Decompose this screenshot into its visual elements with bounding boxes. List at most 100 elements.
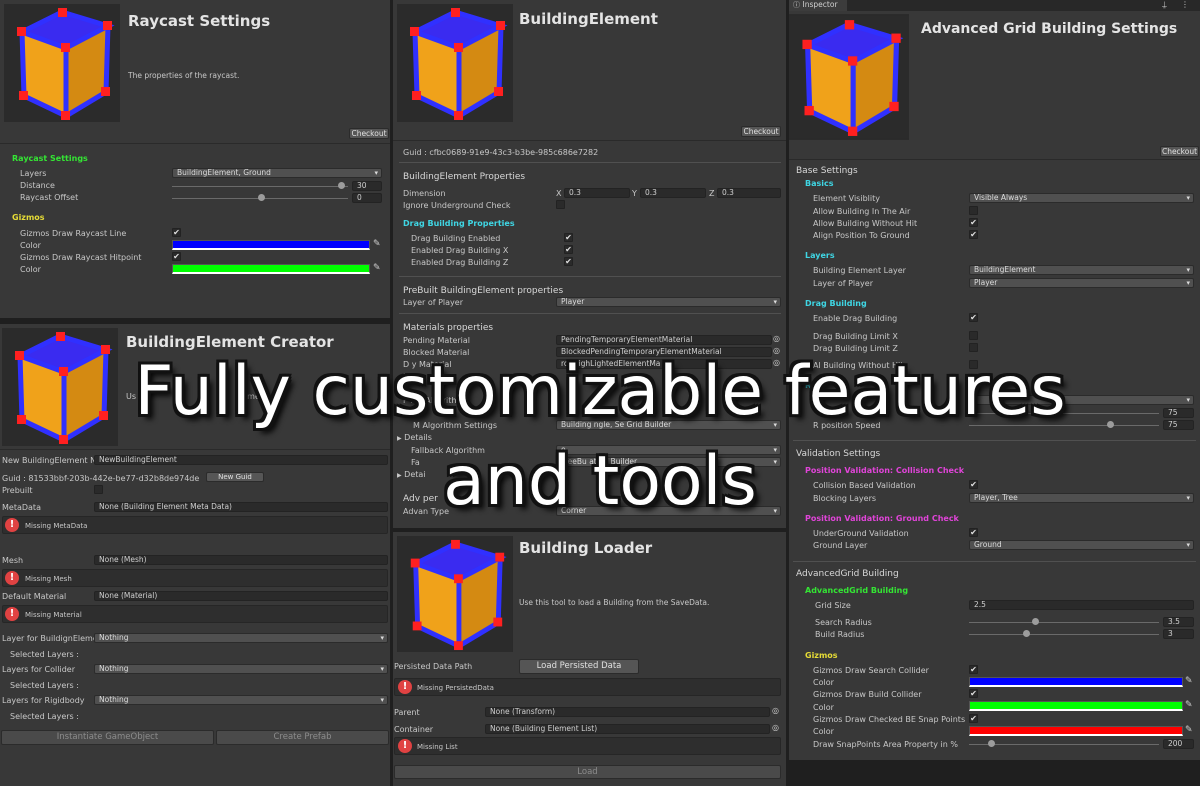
error-icon: ! [398,739,412,753]
draw-hitpoint-checkbox[interactable]: ✔ [172,252,181,261]
distance-slider-knob[interactable] [338,182,345,189]
allow-air-label: Allow Building In The Air [813,207,911,216]
color1-label: Color [813,678,834,687]
draw-snap-checkbox[interactable]: ✔ [969,714,978,723]
headline-line2: and tools [443,442,757,521]
menu-icon[interactable]: ⋮ [1181,0,1189,9]
draw-hitpoint-label: Gizmos Draw Raycast Hitpoint [20,253,142,262]
object-picker-icon[interactable]: ◎ [772,723,779,732]
object-picker-icon[interactable]: ◎ [772,706,779,715]
divider [399,276,781,277]
missing-list-text: Missing List [417,743,458,751]
layer-player-dropdown[interactable]: Player ▾ [556,297,781,307]
grid-size-field[interactable]: 2.5 [969,600,1194,610]
align-ground-label: Align Position To Ground [813,231,910,240]
page-title: BuildingElement Creator [126,333,334,351]
drag-x-label: Enabled Drag Building X [411,246,509,255]
eyedropper-icon[interactable]: ✎ [1185,700,1193,710]
line-color-swatch[interactable] [172,240,370,250]
divider [0,143,390,144]
create-prefab-button[interactable]: Create Prefab [216,730,389,745]
snap-area-knob[interactable] [988,740,995,747]
load-button[interactable]: Load [394,765,781,779]
section-raycast: Raycast Settings [12,154,88,163]
dimension-x-field[interactable]: 0.3 [564,188,630,198]
allow-nohit-checkbox[interactable]: ✔ [969,218,978,227]
search-radius-label: Search Radius [815,618,872,627]
checkout-button[interactable]: Checkout [741,126,781,137]
material-field[interactable]: None (Material) [94,591,388,601]
ground-layer-dropdown[interactable]: Ground ▾ [969,540,1194,550]
layer-be-dropdown[interactable]: Nothing ▾ [94,633,388,643]
mesh-field[interactable]: None (Mesh) [94,555,388,565]
draw-search-checkbox[interactable]: ✔ [969,665,978,674]
parent-field[interactable]: None (Transform) [485,707,770,717]
draw-line-checkbox[interactable]: ✔ [172,228,181,237]
eyedropper-icon[interactable]: ✎ [1185,725,1193,735]
selected-layers-label: Selected Layers : [10,650,79,659]
layers-dropdown[interactable]: BuildingElement, Ground ▾ [172,168,382,178]
ignore-checkbox[interactable] [556,200,565,209]
allow-air-checkbox[interactable] [969,206,978,215]
eyedropper-icon[interactable]: ✎ [373,239,381,249]
snap-area-slider[interactable] [969,744,1159,745]
layers-rb-value: Nothing [99,695,129,704]
align-ground-checkbox[interactable]: ✔ [969,230,978,239]
snap-area-field[interactable]: 200 [1163,739,1194,749]
container-field[interactable]: None (Building Element List) [485,724,770,734]
offset-slider-knob[interactable] [258,194,265,201]
dimension-z-field[interactable]: 0.3 [717,188,781,198]
hit-color-swatch[interactable] [172,264,370,274]
tab-inspector[interactable]: ⓘ Inspector [789,0,847,11]
search-radius-slider[interactable] [969,622,1159,623]
page-title: BuildingElement [519,10,658,28]
layers-title: Layers [805,251,835,260]
dimension-y-field[interactable]: 0.3 [640,188,706,198]
layer-be-label: Layer for BuildignElement [2,634,106,643]
draw-build-checkbox[interactable]: ✔ [969,689,978,698]
search-radius-field[interactable]: 3.5 [1163,617,1194,627]
details-foldout[interactable]: ▶ Details [397,433,432,442]
drag-limit-z-checkbox[interactable] [969,343,978,352]
page-title: Building Loader [519,539,653,557]
color2-label: Color [813,703,834,712]
divider [393,140,786,141]
search-color-swatch[interactable] [969,677,1183,687]
drag-limit-x-checkbox[interactable] [969,331,978,340]
color3-label: Color [813,727,834,736]
cube-thumbnail [397,536,513,652]
tab-inspector-label: Inspector [802,0,838,9]
prebuilt-title: PreBuilt BuildingElement properties [403,286,564,296]
eyedropper-icon[interactable]: ✎ [373,263,381,273]
object-picker-icon[interactable]: ◎ [773,334,780,343]
build-radius-slider[interactable] [969,634,1159,635]
player-layer-dropdown[interactable]: Player ▾ [969,278,1194,288]
load-persisted-button[interactable]: Load Persisted Data [519,659,639,674]
distance-slider[interactable] [172,186,348,187]
underground-checkbox[interactable]: ✔ [969,528,978,537]
snap-color-swatch[interactable] [969,726,1183,736]
offset-field[interactable]: 0 [352,193,382,203]
drag-enabled-checkbox[interactable]: ✔ [564,233,573,242]
visibility-dropdown[interactable]: Visible Always ▾ [969,193,1194,203]
lock-icon[interactable]: ⍊ [1162,0,1167,10]
layers-rb-dropdown[interactable]: Nothing ▾ [94,695,388,705]
chevron-down-icon: ▾ [374,169,378,177]
eyedropper-icon[interactable]: ✎ [1185,676,1193,686]
build-radius-field[interactable]: 3 [1163,629,1194,639]
enable-drag-checkbox[interactable]: ✔ [969,313,978,322]
layers-collider-dropdown[interactable]: Nothing ▾ [94,664,388,674]
checkout-button[interactable]: Checkout [1160,146,1199,157]
build-radius-knob[interactable] [1023,630,1030,637]
checkout-button[interactable]: Checkout [349,128,389,139]
instantiate-button[interactable]: Instantiate GameObject [1,730,214,745]
missing-material-box: ! Missing Material [2,605,388,623]
draw-build-label: Gizmos Draw Build Collider [813,690,922,699]
pending-field[interactable]: PendingTemporaryElementMaterial [556,335,772,345]
drag-x-checkbox[interactable]: ✔ [564,245,573,254]
build-color-swatch[interactable] [969,701,1183,711]
distance-field[interactable]: 30 [352,181,382,191]
search-radius-knob[interactable] [1032,618,1039,625]
drag-z-checkbox[interactable]: ✔ [564,257,573,266]
be-layer-dropdown[interactable]: BuildingElement ▾ [969,265,1194,275]
